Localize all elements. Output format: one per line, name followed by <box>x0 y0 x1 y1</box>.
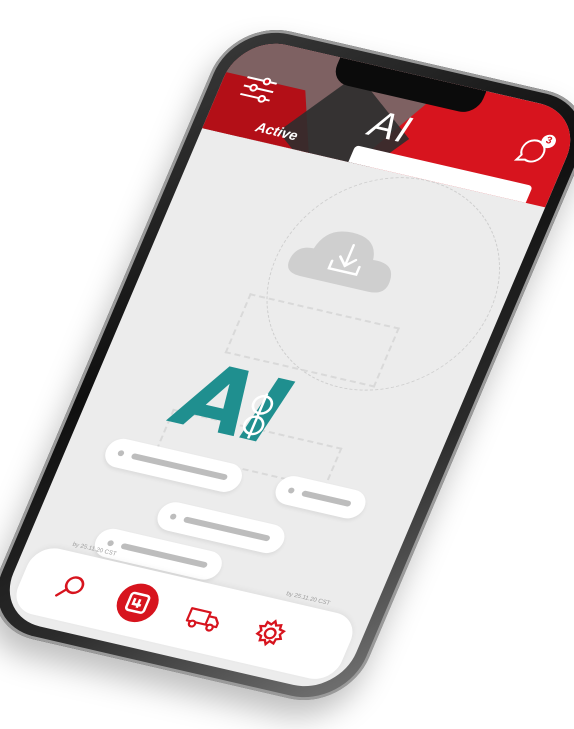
gear-icon <box>255 619 286 647</box>
search-icon <box>55 576 85 597</box>
phone-mockup: AI 3 Active AI by 25.11.20 CST by 25.11.… <box>0 18 574 712</box>
bubble-dot <box>287 487 296 494</box>
nav-search[interactable] <box>44 564 99 610</box>
bubble-dot <box>106 539 115 547</box>
stage: AI 3 Active AI by 25.11.20 CST by 25.11.… <box>0 0 574 729</box>
nav-delivery[interactable] <box>177 595 232 641</box>
nav-settings[interactable] <box>243 610 298 656</box>
bubble-line <box>182 516 271 542</box>
nav-packages[interactable] <box>110 579 166 627</box>
bubble-dot <box>169 513 178 521</box>
bubble-dot <box>116 449 126 457</box>
bubble-line <box>300 490 352 508</box>
main-content: AI <box>31 128 545 611</box>
package-icon <box>124 591 151 614</box>
truck-icon <box>185 607 219 632</box>
